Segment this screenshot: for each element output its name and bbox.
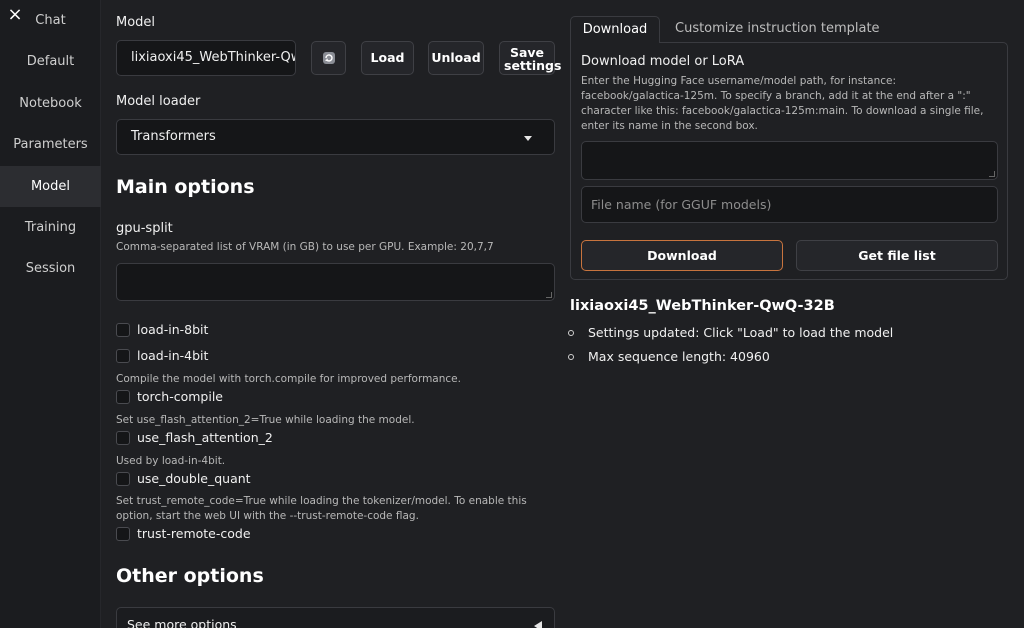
save-settings-button[interactable]: Save settings: [499, 41, 561, 75]
download-button[interactable]: Download: [581, 240, 783, 271]
gpu-split-input[interactable]: [116, 263, 555, 301]
see-more-options-accordion[interactable]: See more options: [116, 607, 555, 628]
sidebar-item-notebook[interactable]: Notebook: [0, 84, 101, 124]
status-title: lixiaoxi45_WebThinker-QwQ-32B: [570, 298, 835, 314]
download-hint: Enter the Hugging Face username/model pa…: [581, 75, 984, 132]
load-in-4bit-checkbox[interactable]: [116, 349, 130, 363]
get-file-list-button[interactable]: Get file list: [796, 240, 998, 271]
status-item: Settings updated: Click "Load" to load t…: [588, 325, 894, 340]
sidebar-item-session[interactable]: Session: [0, 249, 101, 289]
trust-remote-code-checkbox[interactable]: [116, 527, 130, 541]
other-options-heading: Other options: [116, 565, 264, 587]
model-dropdown[interactable]: lixiaoxi45_WebThinker-QwQ-32B: [116, 40, 296, 76]
torch-compile-checkbox[interactable]: [116, 390, 130, 404]
file-name-input[interactable]: File name (for GGUF models): [581, 186, 998, 223]
gpu-split-label: gpu-split: [116, 221, 173, 236]
torch-compile-hint: Compile the model with torch.compile for…: [116, 373, 461, 385]
sidebar-item-model[interactable]: Model: [0, 166, 101, 207]
resize-handle-icon[interactable]: [546, 292, 552, 298]
load-in-8bit-checkbox[interactable]: [116, 323, 130, 337]
sidebar-item-chat[interactable]: Chat: [0, 1, 101, 41]
chevron-down-icon: [524, 136, 532, 141]
trust-remote-code-label: trust-remote-code: [137, 526, 251, 541]
file-name-placeholder: File name (for GGUF models): [591, 197, 772, 212]
main-options-heading: Main options: [116, 176, 255, 198]
resize-handle-icon[interactable]: [989, 171, 995, 177]
refresh-button[interactable]: [311, 41, 346, 75]
model-loader-value: Transformers: [131, 129, 216, 144]
model-label: Model: [116, 15, 156, 30]
sidebar-item-parameters[interactable]: Parameters: [0, 125, 101, 165]
load-in-8bit-label: load-in-8bit: [137, 322, 209, 337]
model-loader-select[interactable]: Transformers: [116, 119, 555, 155]
see-more-options-label: See more options: [127, 617, 237, 628]
trust-remote-code-hint: Set trust_remote_code=True while loading…: [116, 495, 527, 522]
download-title: Download model or LoRA: [581, 54, 745, 69]
bullet-icon: [568, 354, 574, 360]
model-loader-label: Model loader: [116, 94, 201, 109]
tab-download[interactable]: Download: [570, 16, 660, 43]
tab-customize-instruction-template[interactable]: Customize instruction template: [675, 16, 880, 43]
flash-attention-checkbox[interactable]: [116, 431, 130, 445]
torch-compile-label: torch-compile: [137, 389, 223, 404]
load-in-4bit-label: load-in-4bit: [137, 348, 209, 363]
chevron-left-icon: [534, 621, 542, 628]
double-quant-checkbox[interactable]: [116, 472, 130, 486]
model-path-input[interactable]: [581, 141, 998, 180]
sidebar: × Chat Default Notebook Parameters Model…: [0, 0, 101, 628]
refresh-icon: [322, 52, 335, 64]
flash-attention-hint: Set use_flash_attention_2=True while loa…: [116, 414, 415, 426]
sidebar-item-default[interactable]: Default: [0, 42, 101, 82]
sidebar-item-training[interactable]: Training: [0, 208, 101, 248]
double-quant-label: use_double_quant: [137, 471, 251, 486]
double-quant-hint: Used by load-in-4bit.: [116, 455, 226, 467]
unload-button[interactable]: Unload: [428, 41, 484, 75]
status-item: Max sequence length: 40960: [588, 349, 770, 364]
load-button[interactable]: Load: [361, 41, 414, 75]
gpu-split-hint: Comma-separated list of VRAM (in GB) to …: [116, 241, 494, 253]
model-value: lixiaoxi45_WebThinker-QwQ-32B: [131, 50, 295, 65]
flash-attention-label: use_flash_attention_2: [137, 430, 273, 445]
bullet-icon: [568, 330, 574, 336]
